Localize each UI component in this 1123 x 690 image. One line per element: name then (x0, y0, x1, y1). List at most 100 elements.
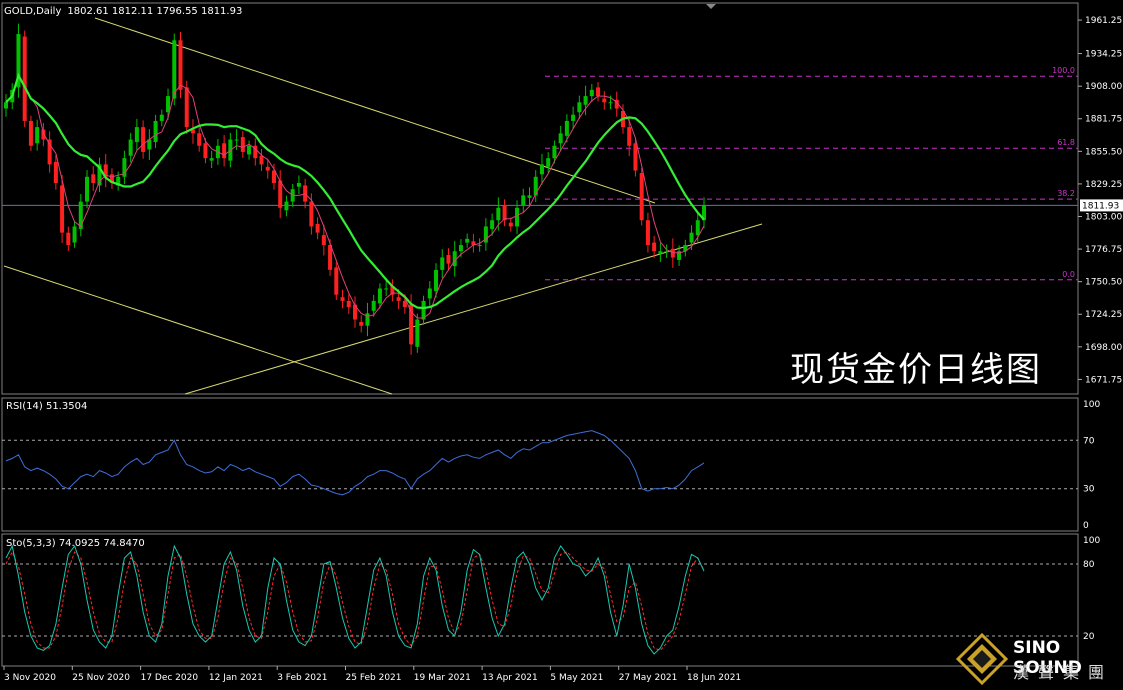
candle-up (384, 288, 389, 290)
candle-up (552, 145, 557, 159)
candle-up (664, 251, 669, 253)
price-tick-label: 1829.25 (1085, 180, 1122, 190)
fib-level-label: 38.2 (1057, 189, 1075, 198)
candle-down (328, 245, 333, 270)
brand-logo: SINO SOUND 漢聲集團 (955, 632, 1123, 686)
fib-level-label: 100.0 (1052, 66, 1075, 75)
sto-frame (1, 533, 1079, 667)
candle-up (166, 96, 171, 113)
candle-down (22, 36, 27, 121)
stochastic-main-line (5, 544, 705, 655)
candle-down (652, 242, 657, 252)
price-panel: 1961.25 1934.25 1908.00 1881.75 1855.50 1829.… (1, 2, 1123, 395)
candle-down (508, 222, 513, 227)
candle-up (458, 245, 463, 252)
candle-up (247, 145, 252, 155)
scroll-marker-icon[interactable] (706, 4, 716, 9)
price-tick-label: 1961.25 (1085, 16, 1122, 26)
candle-down (645, 220, 650, 246)
candle-up (515, 207, 520, 227)
x-tick-label: 3 Feb 2021 (277, 673, 327, 683)
candle-down (639, 173, 644, 221)
candle-down (396, 297, 401, 301)
candle-down (197, 133, 202, 146)
candle-up (465, 238, 470, 243)
candle-up (4, 102, 8, 109)
price-tick-label: 1934.25 (1085, 50, 1122, 60)
rsi-header: RSI(14) 51.3504 (6, 401, 87, 412)
candle-down (321, 235, 326, 246)
x-tick-label: 17 Dec 2020 (141, 673, 199, 683)
candle-up (427, 288, 432, 299)
candle-up (440, 257, 445, 270)
symbol-header: GOLD,Daily 1802.61 1812.11 1796.55 1811.9… (4, 6, 242, 17)
candle-down (259, 155, 264, 165)
x-tick-label: 27 May 2021 (619, 673, 678, 683)
candle-down (60, 185, 65, 233)
candle-up (608, 102, 613, 104)
slow-moving-average-line (5, 72, 705, 310)
candle-up (477, 245, 482, 247)
candle-up (689, 232, 694, 243)
x-axis: 3 Nov 2020 25 Nov 2020 17 Dec 2020 12 Jan 2… (3, 666, 741, 683)
fast-moving-average-line (5, 74, 705, 319)
candle-down (203, 143, 208, 159)
candle-up (35, 127, 40, 144)
rsi-tick-label: 100 (1083, 400, 1100, 410)
candle-up (434, 269, 439, 291)
fib-level-label: 0.0 (1062, 270, 1075, 279)
candle-down (91, 174, 96, 183)
candle-up (695, 220, 700, 236)
x-tick-label: 13 Apr 2021 (482, 673, 538, 683)
candle-up (546, 158, 551, 167)
fib-level-label: 61.8 (1057, 138, 1075, 147)
candle-down (184, 87, 189, 128)
candle-down (346, 300, 351, 308)
candle-down (633, 143, 638, 171)
candle-down (178, 40, 183, 90)
x-tick-label: 3 Nov 2020 (4, 673, 56, 683)
rsi-frame (1, 397, 1079, 532)
candle-up (234, 139, 239, 141)
candle-up (134, 127, 139, 143)
diamond-logo-icon (955, 632, 1009, 686)
price-tick-label: 1855.50 (1085, 147, 1122, 157)
candle-up (159, 114, 164, 121)
candle-up (564, 120, 569, 136)
candle-up (539, 164, 544, 175)
candle-up (85, 176, 90, 202)
x-tick-label: 25 Nov 2020 (72, 673, 130, 683)
ohlc-values: 1802.61 1812.11 1796.55 1811.93 (67, 6, 242, 17)
candle-up (589, 89, 594, 97)
candle-up (521, 195, 526, 206)
candle-up (583, 96, 588, 105)
candle-up (577, 102, 582, 113)
candle-down (602, 98, 607, 103)
candle-up (377, 288, 382, 304)
candle-up (296, 182, 301, 187)
x-tick-label: 18 Jun 2021 (687, 673, 741, 683)
stochastic-tick-label: 100 (1083, 536, 1100, 546)
candle-down (265, 166, 270, 171)
candle-up (371, 300, 376, 311)
price-frame (1, 2, 1079, 395)
price-tick-label: 1750.50 (1085, 278, 1122, 288)
rsi-panel: 100 70 30 0 (1, 397, 1100, 532)
candle-down (334, 267, 339, 295)
rsi-tick-label: 70 (1083, 436, 1095, 446)
price-tick-label: 1776.75 (1085, 245, 1122, 255)
candle-down (596, 87, 601, 97)
candle-up (490, 220, 495, 229)
x-tick-label: 12 Jan 2021 (209, 673, 263, 683)
brand-name-cn: 漢聲集團 (1013, 663, 1114, 682)
x-tick-label: 5 May 2021 (550, 673, 603, 683)
price-tick-label: 1671.75 (1085, 375, 1122, 385)
candle-up (153, 120, 158, 143)
candle-down (278, 180, 283, 208)
candle-down (240, 137, 245, 152)
candle-down (502, 205, 507, 221)
candle-up (172, 40, 177, 99)
stochastic-tick-label: 80 (1083, 560, 1095, 570)
candle-down (222, 143, 227, 159)
stochastic-panel: 1008020 (1, 533, 1100, 667)
